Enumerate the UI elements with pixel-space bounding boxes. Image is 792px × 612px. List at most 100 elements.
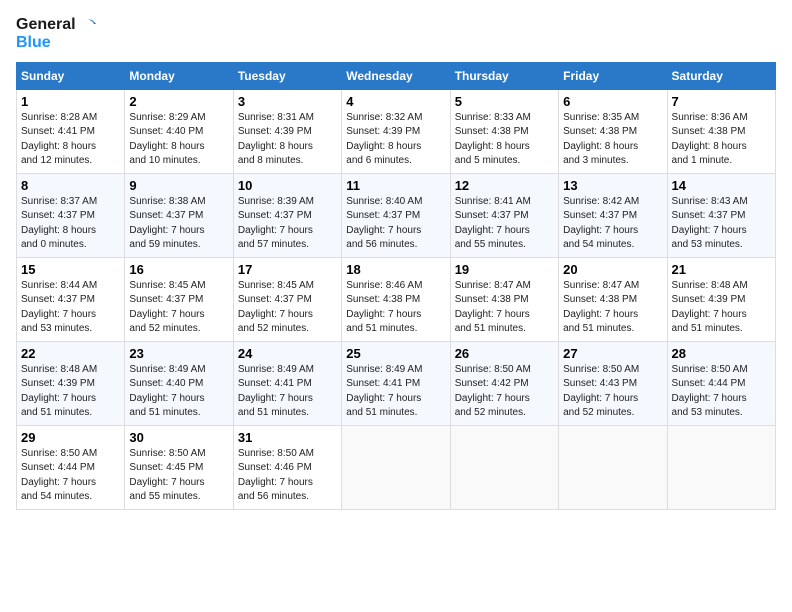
col-header-saturday: Saturday: [667, 62, 775, 89]
day-info: Sunrise: 8:49 AM Sunset: 4:40 PM Dayligh…: [129, 363, 228, 421]
calendar-table: SundayMondayTuesdayWednesdayThursdayFrid…: [16, 62, 776, 510]
day-info: Sunrise: 8:36 AM Sunset: 4:38 PM Dayligh…: [672, 111, 771, 169]
day-info: Sunrise: 8:40 AM Sunset: 4:37 PM Dayligh…: [346, 195, 445, 253]
calendar-cell: 15Sunrise: 8:44 AM Sunset: 4:37 PM Dayli…: [17, 257, 125, 341]
calendar-cell: 17 Sunrise: 8:45 AM Sunset: 4:37 PM Dayli…: [233, 257, 341, 341]
calendar-cell: 24 Sunrise: 8:49 AM Sunset: 4:41 PM Dayli…: [233, 341, 341, 425]
logo-text-block: General Blue: [16, 16, 96, 52]
day-number: 19: [455, 262, 554, 277]
calendar-cell: 8Sunrise: 8:37 AM Sunset: 4:37 PM Daylig…: [17, 173, 125, 257]
calendar-cell: 31 Sunrise: 8:50 AM Sunset: 4:46 PM Dayli…: [233, 425, 341, 509]
calendar-cell: [450, 425, 558, 509]
day-info: Sunrise: 8:50 AM Sunset: 4:42 PM Dayligh…: [455, 363, 554, 421]
day-number: 17: [238, 262, 337, 277]
day-number: 30: [129, 430, 228, 445]
day-info: Sunrise: 8:45 AM Sunset: 4:37 PM Dayligh…: [129, 279, 228, 337]
calendar-cell: 26 Sunrise: 8:50 AM Sunset: 4:42 PM Dayli…: [450, 341, 558, 425]
week-row-5: 29 Sunrise: 8:50 AM Sunset: 4:44 PM Dayli…: [17, 425, 776, 509]
calendar-cell: [667, 425, 775, 509]
day-info: Sunrise: 8:47 AM Sunset: 4:38 PM Dayligh…: [563, 279, 662, 337]
calendar-body: 1 Sunrise: 8:28 AM Sunset: 4:41 PM Daylig…: [17, 89, 776, 509]
calendar-cell: 11 Sunrise: 8:40 AM Sunset: 4:37 PM Dayli…: [342, 173, 450, 257]
day-number: 8: [21, 178, 120, 193]
col-header-sunday: Sunday: [17, 62, 125, 89]
day-info: Sunrise: 8:33 AM Sunset: 4:38 PM Dayligh…: [455, 111, 554, 169]
day-info: Sunrise: 8:35 AM Sunset: 4:38 PM Dayligh…: [563, 111, 662, 169]
day-info: Sunrise: 8:29 AM Sunset: 4:40 PM Dayligh…: [129, 111, 228, 169]
day-number: 16: [129, 262, 228, 277]
day-number: 1: [21, 94, 120, 109]
week-row-3: 15Sunrise: 8:44 AM Sunset: 4:37 PM Dayli…: [17, 257, 776, 341]
day-number: 29: [21, 430, 120, 445]
calendar-cell: 14Sunrise: 8:43 AM Sunset: 4:37 PM Dayli…: [667, 173, 775, 257]
day-number: 6: [563, 94, 662, 109]
day-number: 20: [563, 262, 662, 277]
col-header-thursday: Thursday: [450, 62, 558, 89]
calendar-cell: [342, 425, 450, 509]
day-info: Sunrise: 8:44 AM Sunset: 4:37 PM Dayligh…: [21, 279, 120, 337]
col-header-monday: Monday: [125, 62, 233, 89]
day-number: 28: [672, 346, 771, 361]
day-number: 9: [129, 178, 228, 193]
day-info: Sunrise: 8:50 AM Sunset: 4:46 PM Dayligh…: [238, 447, 337, 505]
day-number: 7: [672, 94, 771, 109]
day-number: 18: [346, 262, 445, 277]
calendar-cell: 20 Sunrise: 8:47 AM Sunset: 4:38 PM Dayli…: [559, 257, 667, 341]
calendar-cell: 28Sunrise: 8:50 AM Sunset: 4:44 PM Dayli…: [667, 341, 775, 425]
day-info: Sunrise: 8:48 AM Sunset: 4:39 PM Dayligh…: [21, 363, 120, 421]
day-number: 26: [455, 346, 554, 361]
day-info: Sunrise: 8:39 AM Sunset: 4:37 PM Dayligh…: [238, 195, 337, 253]
calendar-cell: 30 Sunrise: 8:50 AM Sunset: 4:45 PM Dayli…: [125, 425, 233, 509]
day-number: 12: [455, 178, 554, 193]
day-number: 31: [238, 430, 337, 445]
calendar-cell: 13Sunrise: 8:42 AM Sunset: 4:37 PM Dayli…: [559, 173, 667, 257]
logo-bird-icon: [78, 16, 96, 34]
calendar-header-row: SundayMondayTuesdayWednesdayThursdayFrid…: [17, 62, 776, 89]
day-number: 23: [129, 346, 228, 361]
col-header-friday: Friday: [559, 62, 667, 89]
calendar-cell: 18 Sunrise: 8:46 AM Sunset: 4:38 PM Dayli…: [342, 257, 450, 341]
day-info: Sunrise: 8:45 AM Sunset: 4:37 PM Dayligh…: [238, 279, 337, 337]
calendar-cell: 21Sunrise: 8:48 AM Sunset: 4:39 PM Dayli…: [667, 257, 775, 341]
calendar-cell: 25Sunrise: 8:49 AM Sunset: 4:41 PM Dayli…: [342, 341, 450, 425]
day-number: 22: [21, 346, 120, 361]
day-info: Sunrise: 8:32 AM Sunset: 4:39 PM Dayligh…: [346, 111, 445, 169]
calendar-cell: [559, 425, 667, 509]
day-info: Sunrise: 8:38 AM Sunset: 4:37 PM Dayligh…: [129, 195, 228, 253]
logo: General Blue: [16, 16, 96, 52]
calendar-cell: 4 Sunrise: 8:32 AM Sunset: 4:39 PM Daylig…: [342, 89, 450, 173]
logo-general: General: [16, 16, 76, 34]
calendar-cell: 2 Sunrise: 8:29 AM Sunset: 4:40 PM Daylig…: [125, 89, 233, 173]
col-header-tuesday: Tuesday: [233, 62, 341, 89]
calendar-cell: 7 Sunrise: 8:36 AM Sunset: 4:38 PM Daylig…: [667, 89, 775, 173]
calendar-cell: 1 Sunrise: 8:28 AM Sunset: 4:41 PM Daylig…: [17, 89, 125, 173]
calendar-cell: 5Sunrise: 8:33 AM Sunset: 4:38 PM Daylig…: [450, 89, 558, 173]
day-number: 25: [346, 346, 445, 361]
week-row-1: 1 Sunrise: 8:28 AM Sunset: 4:41 PM Daylig…: [17, 89, 776, 173]
day-info: Sunrise: 8:46 AM Sunset: 4:38 PM Dayligh…: [346, 279, 445, 337]
calendar-cell: 9 Sunrise: 8:38 AM Sunset: 4:37 PM Daylig…: [125, 173, 233, 257]
day-info: Sunrise: 8:42 AM Sunset: 4:37 PM Dayligh…: [563, 195, 662, 253]
day-number: 2: [129, 94, 228, 109]
week-row-4: 22 Sunrise: 8:48 AM Sunset: 4:39 PM Dayli…: [17, 341, 776, 425]
calendar-cell: 10 Sunrise: 8:39 AM Sunset: 4:37 PM Dayli…: [233, 173, 341, 257]
day-number: 14: [672, 178, 771, 193]
day-number: 11: [346, 178, 445, 193]
day-info: Sunrise: 8:50 AM Sunset: 4:44 PM Dayligh…: [21, 447, 120, 505]
day-info: Sunrise: 8:50 AM Sunset: 4:45 PM Dayligh…: [129, 447, 228, 505]
day-number: 10: [238, 178, 337, 193]
calendar-cell: 6 Sunrise: 8:35 AM Sunset: 4:38 PM Daylig…: [559, 89, 667, 173]
day-info: Sunrise: 8:28 AM Sunset: 4:41 PM Dayligh…: [21, 111, 120, 169]
day-number: 24: [238, 346, 337, 361]
day-info: Sunrise: 8:48 AM Sunset: 4:39 PM Dayligh…: [672, 279, 771, 337]
calendar-cell: 27Sunrise: 8:50 AM Sunset: 4:43 PM Dayli…: [559, 341, 667, 425]
calendar-cell: 29 Sunrise: 8:50 AM Sunset: 4:44 PM Dayli…: [17, 425, 125, 509]
calendar-cell: 12Sunrise: 8:41 AM Sunset: 4:37 PM Dayli…: [450, 173, 558, 257]
day-number: 4: [346, 94, 445, 109]
day-info: Sunrise: 8:49 AM Sunset: 4:41 PM Dayligh…: [238, 363, 337, 421]
day-number: 27: [563, 346, 662, 361]
calendar-cell: 22 Sunrise: 8:48 AM Sunset: 4:39 PM Dayli…: [17, 341, 125, 425]
calendar-cell: 16 Sunrise: 8:45 AM Sunset: 4:37 PM Dayli…: [125, 257, 233, 341]
day-info: Sunrise: 8:47 AM Sunset: 4:38 PM Dayligh…: [455, 279, 554, 337]
week-row-2: 8Sunrise: 8:37 AM Sunset: 4:37 PM Daylig…: [17, 173, 776, 257]
